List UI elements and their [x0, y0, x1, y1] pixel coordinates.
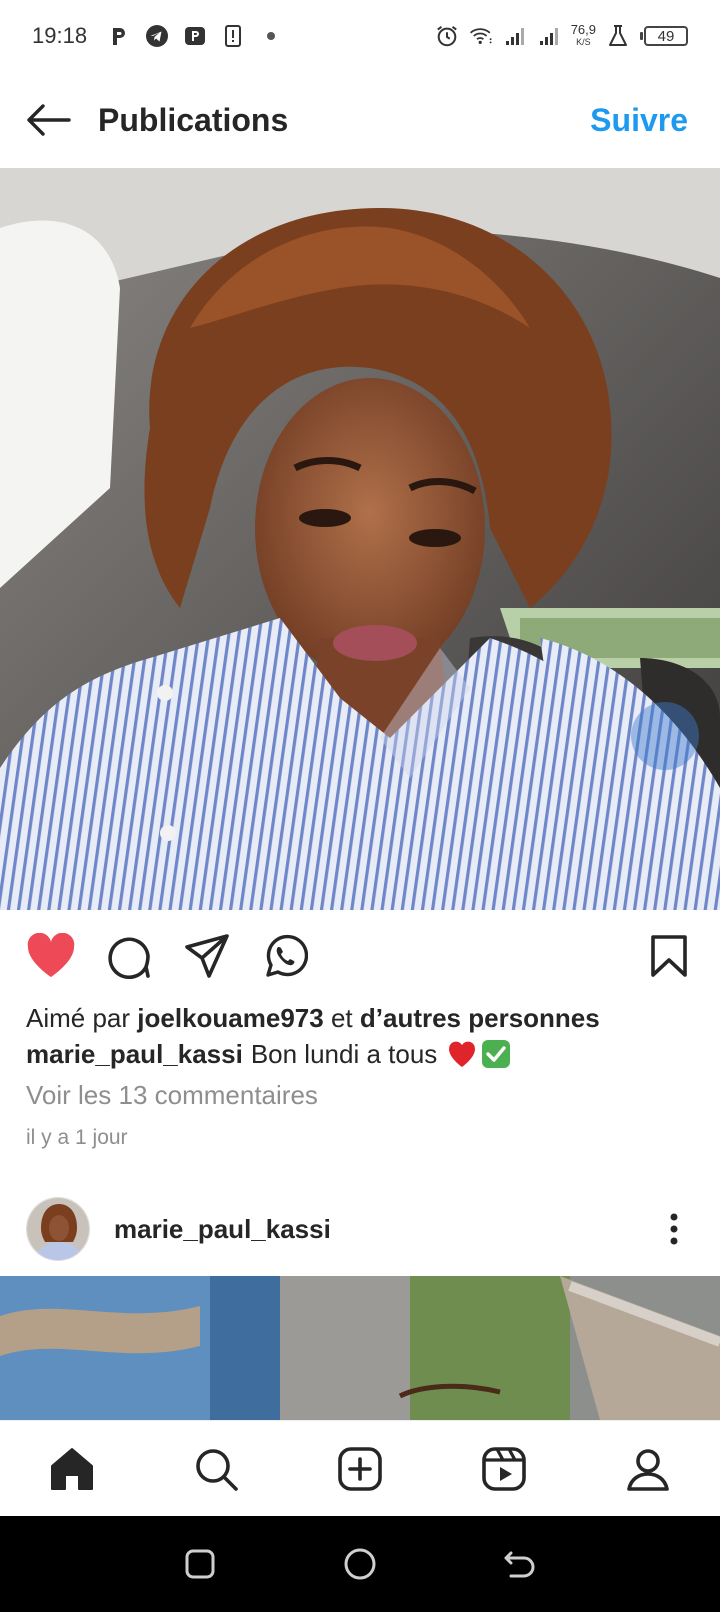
- reels-icon: [482, 1446, 526, 1491]
- post-timestamp: il y a 1 jour: [26, 1126, 128, 1149]
- back-system-button[interactable]: [490, 1534, 550, 1594]
- bottom-navigation: [0, 1420, 720, 1516]
- system-navigation-bar: [0, 1516, 720, 1612]
- wifi-icon: [469, 24, 493, 48]
- back-arrow-icon: [27, 104, 71, 136]
- comment-icon: [108, 937, 150, 979]
- signal-icon: [537, 24, 561, 48]
- alarm-icon: [435, 24, 459, 48]
- net-speed-value: 76,9: [570, 22, 596, 37]
- save-button[interactable]: [642, 929, 696, 983]
- next-post-photo: [0, 1276, 720, 1420]
- more-vertical-icon: [670, 1213, 678, 1245]
- avatar[interactable]: [26, 1197, 90, 1261]
- share-button[interactable]: [180, 929, 234, 983]
- likes-summary: Aimé par joelkouame973 et d’autres perso…: [26, 1000, 706, 1036]
- home-system-button[interactable]: [330, 1534, 390, 1594]
- home-icon: [51, 1447, 93, 1490]
- search-icon: [196, 1448, 238, 1491]
- follow-button[interactable]: Suivre: [590, 102, 688, 139]
- share-icon: [185, 934, 229, 978]
- likes-middle: et: [330, 1003, 353, 1033]
- telegram-icon: [145, 24, 169, 48]
- status-left: 19:18: [32, 23, 283, 49]
- more-options-button[interactable]: [654, 1205, 694, 1253]
- post-photo: [0, 168, 720, 910]
- battery-icon: 49: [640, 26, 688, 46]
- page-title: Publications: [98, 101, 289, 138]
- status-bar: 19:18 76,9 K/S 49: [0, 0, 720, 72]
- view-comments-link[interactable]: Voir les 13 commentaires: [26, 1080, 318, 1111]
- back-curve-icon: [504, 1551, 535, 1578]
- avatar-photo: [27, 1198, 89, 1260]
- liked-by-user[interactable]: joelkouame973: [137, 1003, 323, 1033]
- create-icon: [338, 1446, 382, 1491]
- next-post-image[interactable]: [0, 1276, 720, 1420]
- liked-by-others[interactable]: d’autres personnes: [360, 1003, 600, 1033]
- parking-app-icon: [183, 24, 207, 48]
- whatsapp-icon: [266, 934, 308, 977]
- home-circle-icon: [344, 1548, 376, 1580]
- post-image[interactable]: [0, 168, 720, 910]
- red-heart-emoji-icon: [449, 1041, 476, 1067]
- battery-level: 49: [644, 26, 688, 46]
- net-speed-unit: K/S: [576, 37, 591, 47]
- next-post-header: marie_paul_kassi: [0, 1186, 720, 1272]
- nav-create-button[interactable]: [330, 1439, 390, 1499]
- nav-home-button[interactable]: [42, 1439, 102, 1499]
- alert-icon: [221, 24, 245, 48]
- whatsapp-share-button[interactable]: [258, 929, 312, 983]
- p-icon: [107, 24, 131, 48]
- recents-button[interactable]: [170, 1534, 230, 1594]
- profile-icon: [627, 1448, 669, 1491]
- caption-text: Bon lundi a tous: [250, 1039, 438, 1069]
- dot-icon: [259, 24, 283, 48]
- status-right: 76,9 K/S 49: [435, 22, 688, 48]
- check-mark-emoji-icon: [482, 1040, 511, 1068]
- comment-button[interactable]: [102, 929, 156, 983]
- battery-tip: [640, 32, 643, 40]
- nav-reels-button[interactable]: [474, 1439, 534, 1499]
- likes-prefix: Aimé par: [26, 1003, 131, 1033]
- post-action-bar: [0, 910, 720, 1002]
- caption-username[interactable]: marie_paul_kassi: [26, 1036, 243, 1072]
- top-header: Publications Suivre: [0, 72, 720, 168]
- nav-profile-button[interactable]: [618, 1439, 678, 1499]
- status-time: 19:18: [32, 23, 88, 48]
- recents-square-icon: [185, 1549, 215, 1579]
- flask-icon: [606, 24, 630, 48]
- nav-search-button[interactable]: [186, 1439, 246, 1499]
- post-caption: marie_paul_kassi Bon lundi a tous: [26, 1036, 706, 1072]
- net-speed: 76,9 K/S: [570, 22, 596, 48]
- like-button[interactable]: [24, 929, 78, 983]
- heart-icon: [27, 933, 75, 977]
- back-button[interactable]: [24, 96, 72, 144]
- signal-icon: [503, 24, 527, 48]
- bookmark-icon: [651, 935, 687, 977]
- next-post-username[interactable]: marie_paul_kassi: [114, 1214, 331, 1245]
